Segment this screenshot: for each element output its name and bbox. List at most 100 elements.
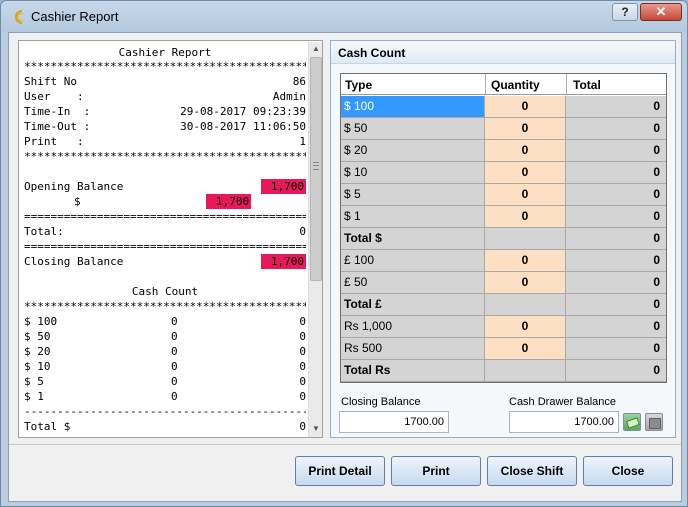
time-in-label: Time-In : [24, 105, 91, 118]
grid-row[interactable]: $ 20 0 0 [341, 140, 666, 162]
receipt-preview[interactable]: Cashier Report *************************… [18, 40, 323, 438]
receipt-content: Cashier Report *************************… [21, 43, 307, 437]
total-dollar-value: 0 [299, 420, 306, 433]
subtotal-label: Total $ [341, 228, 485, 249]
grid-row[interactable]: £ 50 0 0 [341, 272, 666, 294]
scroll-up-arrow-icon[interactable]: ▲ [309, 42, 322, 56]
count-total: 0 [299, 330, 306, 343]
denomination: $ 5 [24, 375, 44, 388]
quantity-cell[interactable]: 0 [485, 140, 566, 161]
grid-row[interactable]: £ 100 0 0 [341, 250, 666, 272]
title-bar[interactable]: Cashier Report ? ✕ [1, 1, 687, 32]
quantity-cell[interactable]: 0 [485, 184, 566, 205]
type-cell[interactable]: £ 100 [341, 250, 485, 271]
window-close-button[interactable]: ✕ [640, 3, 682, 21]
quantity-cell[interactable]: 0 [485, 118, 566, 139]
help-button[interactable]: ? [612, 3, 638, 21]
column-header-quantity[interactable]: Quantity [491, 78, 540, 92]
closing-balance-value: 1,700 [260, 254, 306, 269]
receipt-title-line: Cashier Report [24, 45, 306, 60]
quantity-cell[interactable]: 0 [485, 338, 566, 359]
cash-count-header: Cash Count [331, 41, 675, 64]
scroll-thumb[interactable] [310, 57, 322, 281]
opening-balance-label: Opening Balance [24, 180, 124, 193]
count-qty: 0 [171, 345, 178, 358]
total-cell: 0 [566, 162, 666, 183]
quantity-cell [485, 294, 566, 315]
denomination: $ 20 [24, 345, 51, 358]
quantity-cell[interactable]: 0 [485, 206, 566, 227]
grid-subtotal-row: Total $ 0 [341, 228, 666, 250]
quantity-cell[interactable]: 0 [485, 96, 566, 117]
shift-no-label: Shift No [24, 75, 77, 88]
grid-subtotal-row: Total £ 0 [341, 294, 666, 316]
button-bar-divider [9, 444, 681, 445]
count-total: 0 [299, 360, 306, 373]
separator-dashes: ----------------------------------------… [24, 405, 306, 418]
time-out-label: Time-Out : [24, 120, 91, 133]
type-cell[interactable]: $ 10 [341, 162, 485, 183]
grid-row[interactable]: $ 10 0 0 [341, 162, 666, 184]
type-cell[interactable]: $ 20 [341, 140, 485, 161]
grid-row[interactable]: $ 5 0 0 [341, 184, 666, 206]
money-icon[interactable] [623, 413, 641, 431]
count-qty: 0 [171, 360, 178, 373]
time-in-line: Time-In : 29-08-2017 09:23:39 [24, 104, 306, 119]
count-total: 0 [299, 345, 306, 358]
type-cell[interactable]: $ 1 [341, 206, 485, 227]
currency-symbol: $ [74, 195, 81, 208]
total-cell: 0 [566, 316, 666, 337]
grid-row[interactable]: Rs 1,000 0 0 [341, 316, 666, 338]
column-header-total[interactable]: Total [573, 78, 601, 92]
column-header-type[interactable]: Type [345, 78, 372, 92]
closing-balance-field-label: Closing Balance [341, 396, 421, 408]
cash-count-grid[interactable]: Type Quantity Total $ 100 0 0 $ 50 0 0 $… [340, 73, 667, 383]
grip-icon [313, 162, 319, 170]
grid-row[interactable]: Rs 500 0 0 [341, 338, 666, 360]
grid-row[interactable]: $ 50 0 0 [341, 118, 666, 140]
quantity-cell[interactable]: 0 [485, 316, 566, 337]
type-cell[interactable]: $ 50 [341, 118, 485, 139]
type-cell[interactable]: £ 50 [341, 272, 485, 293]
total-cell: 0 [566, 206, 666, 227]
subtotal-value: 0 [566, 360, 666, 381]
closing-balance-field[interactable]: 1700.00 [339, 411, 449, 433]
count-total: 0 [299, 315, 306, 328]
quantity-cell[interactable]: 0 [485, 250, 566, 271]
quantity-cell[interactable]: 0 [485, 272, 566, 293]
app-logo-icon [15, 10, 24, 24]
separator-stars: ****************************************… [24, 300, 306, 313]
separator-stars: ****************************************… [24, 150, 306, 163]
cash-drawer-icon[interactable] [645, 413, 663, 431]
total-cell: 0 [566, 272, 666, 293]
type-cell[interactable]: $ 5 [341, 184, 485, 205]
quantity-cell[interactable]: 0 [485, 162, 566, 183]
separator-equals: ========================================… [24, 210, 306, 223]
subtotal-label: Total Rs [341, 360, 485, 381]
receipt-cash-count-title: Cash Count [131, 285, 199, 298]
user-line: User : Admin [24, 89, 306, 104]
grid-header: Type Quantity Total [341, 74, 666, 95]
print-detail-button[interactable]: Print Detail [295, 456, 385, 486]
type-cell[interactable]: Rs 500 [341, 338, 485, 359]
close-button[interactable]: Close [583, 456, 673, 486]
type-cell[interactable]: Rs 1,000 [341, 316, 485, 337]
shift-no-value: 86 [292, 75, 306, 88]
count-qty: 0 [171, 390, 178, 403]
close-shift-button[interactable]: Close Shift [487, 456, 577, 486]
type-cell[interactable]: $ 100 [341, 96, 485, 117]
receipt-scrollbar[interactable]: ▲ ▼ [308, 42, 322, 437]
cash-count-panel: Cash Count Type Quantity Total $ 100 0 0… [330, 40, 676, 438]
total-cell: 0 [566, 118, 666, 139]
scroll-down-arrow-icon[interactable]: ▼ [309, 422, 322, 436]
denomination: $ 50 [24, 330, 51, 343]
receipt-count-row: $ 100 0 0 [24, 314, 306, 329]
grid-row[interactable]: $ 1 0 0 [341, 206, 666, 228]
drawer-balance-field[interactable]: 1700.00 [509, 411, 619, 433]
column-divider [485, 74, 486, 95]
print-button[interactable]: Print [391, 456, 481, 486]
print-count-value: 1 [299, 135, 306, 148]
grid-row[interactable]: $ 100 0 0 [341, 96, 666, 118]
subtotal-label: Total £ [341, 294, 485, 315]
total-value: 0 [299, 225, 306, 238]
